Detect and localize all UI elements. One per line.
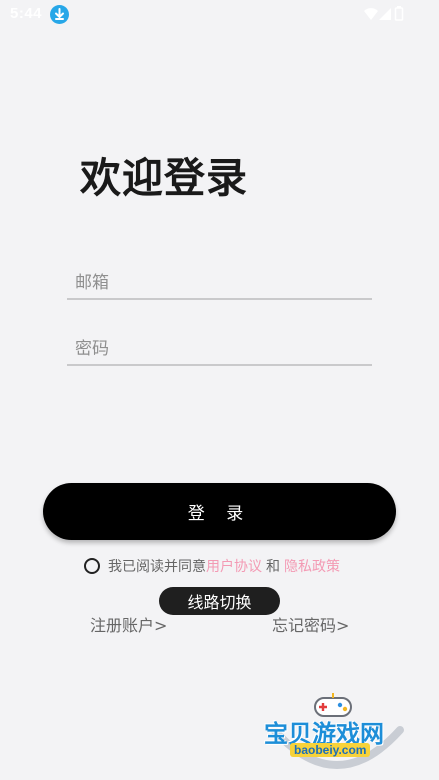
agreement-row: 我已阅读并同意 用户协议 和 隐私政策 [84,556,340,576]
privacy-policy-link[interactable]: 隐私政策 [284,556,340,576]
signal-icon [378,6,392,25]
agreement-and-text: 和 [266,559,280,575]
battery-icon [394,6,404,25]
user-agreement-link[interactable]: 用户协议 [206,556,262,576]
page-title: 欢迎登录 [80,154,248,202]
agreement-text: 我已阅读并同意 [108,559,206,575]
wifi-icon [364,6,378,25]
login-button[interactable]: 登 录 [43,483,396,540]
switch-route-button[interactable]: 线路切换 [159,587,280,615]
watermark-logo: 宝贝游戏网 baobeiy.com [262,690,412,776]
register-link[interactable]: 注册账户> [90,612,167,636]
email-field[interactable] [73,272,367,294]
download-icon [50,5,69,24]
status-time: 5:44 [10,5,43,22]
watermark-url: baobeiy.com [290,743,371,757]
password-field-container [67,318,372,366]
email-field-container [67,252,372,300]
agreement-radio[interactable] [84,558,100,574]
password-field[interactable] [73,338,367,360]
forgot-password-link[interactable]: 忘记密码> [272,612,349,636]
status-bar: 5:44 [0,0,439,30]
